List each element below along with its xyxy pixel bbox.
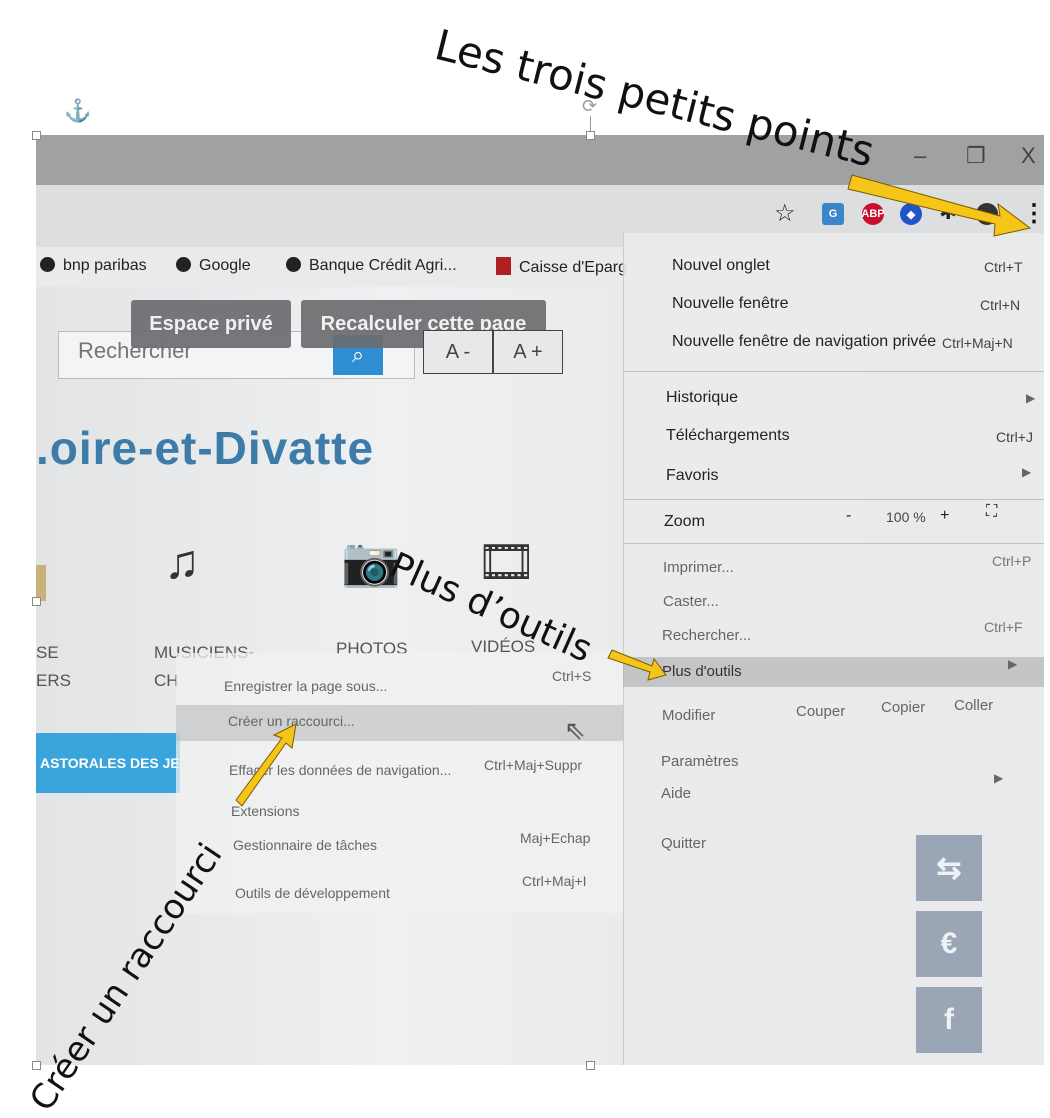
- arrow-create-shortcut: [235, 723, 297, 807]
- arrow-three-dots: [847, 174, 1032, 237]
- arrow-more-tools: [607, 649, 667, 681]
